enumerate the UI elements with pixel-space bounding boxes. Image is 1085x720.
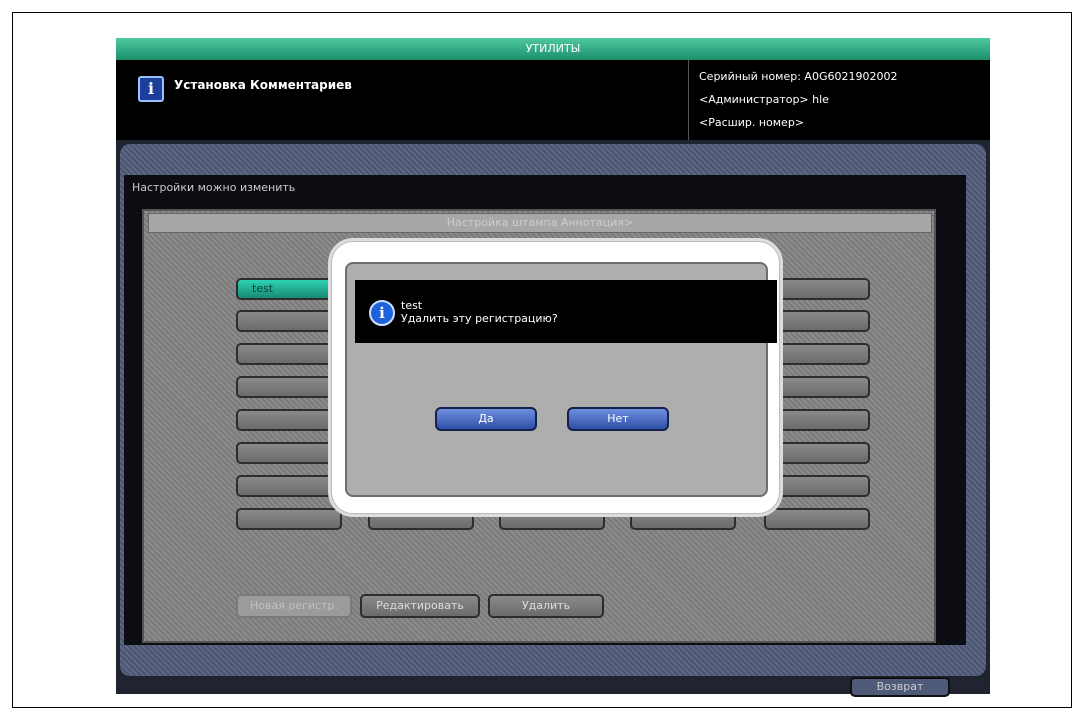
titlebar: УТИЛИТЫ xyxy=(116,38,990,60)
comment-slot[interactable] xyxy=(764,508,870,530)
dialog-item-name: test xyxy=(401,299,423,312)
comment-slot-1[interactable]: test xyxy=(236,278,342,300)
comment-slot[interactable] xyxy=(236,376,342,398)
admin-info: <Администратор> hle xyxy=(699,93,829,106)
info-icon: i xyxy=(138,76,164,102)
yes-button[interactable]: Да xyxy=(435,407,537,431)
no-button[interactable]: Нет xyxy=(567,407,669,431)
dialog-question: Удалить эту регистрацию? xyxy=(401,312,558,325)
serial-number: Серийный номер: A0G6021902002 xyxy=(699,70,898,83)
footer: Возврат xyxy=(120,676,986,697)
comment-slot[interactable] xyxy=(236,409,342,431)
new-registration-button[interactable]: Новая регистр. xyxy=(236,594,352,618)
section-label: Настройки можно изменить xyxy=(132,181,296,194)
device-info: Серийный номер: A0G6021902002 <Администр… xyxy=(688,60,991,140)
back-button[interactable]: Возврат xyxy=(850,677,950,697)
comment-slot[interactable] xyxy=(236,508,342,530)
dialog-message: i test Удалить эту регистрацию? xyxy=(355,280,777,343)
info-circle-icon: i xyxy=(369,300,395,326)
comment-slot[interactable] xyxy=(236,343,342,365)
comment-slot[interactable] xyxy=(236,442,342,464)
edit-button[interactable]: Редактировать xyxy=(360,594,480,618)
stamp-title: Настройка штампа Аннотация> xyxy=(148,213,932,233)
comment-slot[interactable] xyxy=(236,475,342,497)
header: i Установка Комментариев Серийный номер:… xyxy=(116,60,990,140)
extension-number: <Расшир. номер> xyxy=(699,116,805,129)
delete-button[interactable]: Удалить xyxy=(488,594,604,618)
page-title: Установка Комментариев xyxy=(174,78,352,92)
comment-slot[interactable] xyxy=(236,310,342,332)
